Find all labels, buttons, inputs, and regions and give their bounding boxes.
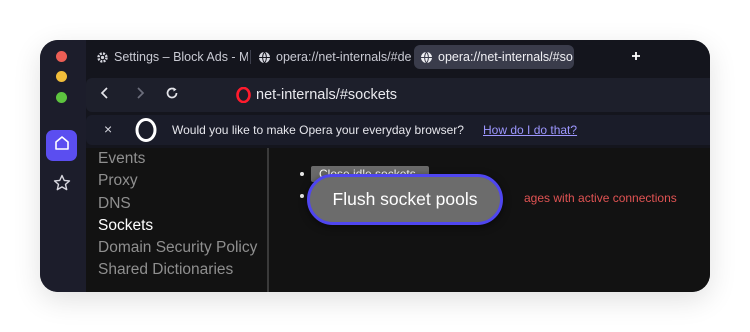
back-button[interactable] [96, 86, 114, 104]
star-icon [52, 173, 72, 198]
browser-window: Settings – Block Ads - M opera://net-int… [40, 40, 710, 292]
list-bullet [300, 194, 304, 198]
chevron-right-icon [135, 86, 145, 104]
reload-button[interactable] [163, 86, 181, 104]
home-icon [53, 134, 71, 157]
maximize-window-button[interactable] [56, 92, 67, 103]
globe-icon [420, 51, 433, 64]
nav-item-dns[interactable]: DNS [98, 193, 257, 215]
minimize-window-button[interactable] [56, 71, 67, 82]
address-bar: net-internals/#sockets [86, 78, 710, 112]
tab-net-internals-dns[interactable]: opera://net-internals/#de [252, 45, 412, 69]
nav-item-proxy[interactable]: Proxy [98, 170, 257, 192]
nav-item-shared-dictionaries[interactable]: Shared Dictionaries [98, 259, 257, 281]
tab-settings[interactable]: Settings – Block Ads - M [90, 45, 248, 69]
close-window-button[interactable] [56, 51, 67, 62]
tab-label: Settings – Block Ads - M [114, 50, 248, 64]
globe-icon [258, 51, 271, 64]
plus-icon [631, 48, 641, 66]
opera-sidebar [40, 40, 86, 292]
opera-logo-icon [135, 118, 157, 147]
home-button[interactable] [46, 130, 77, 161]
new-tab-button[interactable] [626, 47, 646, 67]
speed-dial-button[interactable] [46, 170, 77, 201]
infobar-message: Would you like to make Opera your everyd… [172, 123, 464, 137]
nav-item-events[interactable]: Events [98, 148, 257, 170]
net-internals-nav: Events Proxy DNS Sockets Domain Security… [98, 148, 257, 282]
tab-net-internals-sockets[interactable]: opera://net-internals/#so [414, 45, 574, 69]
nav-item-sockets[interactable]: Sockets [98, 215, 257, 237]
opera-logo-icon [236, 86, 251, 108]
default-browser-infobar: × Would you like to make Opera your ever… [86, 115, 710, 145]
tab-label: opera://net-internals/#de [276, 50, 412, 64]
list-bullet [300, 172, 304, 176]
forward-button[interactable] [131, 86, 149, 104]
tab-label: opera://net-internals/#so [438, 50, 573, 64]
tab-divider [250, 50, 251, 64]
nav-divider [267, 148, 269, 292]
close-infobar-button[interactable]: × [104, 121, 112, 137]
how-to-link[interactable]: How do I do that? [483, 123, 577, 137]
tab-bar: Settings – Block Ads - M opera://net-int… [86, 40, 710, 74]
url-text[interactable]: net-internals/#sockets [256, 87, 397, 103]
nav-item-domain-security-policy[interactable]: Domain Security Policy [98, 237, 257, 259]
gear-icon [96, 51, 109, 64]
reload-icon [165, 86, 179, 105]
flush-warning-text: ages with active connections [524, 191, 677, 205]
flush-socket-pools-button[interactable]: Flush socket pools [307, 174, 503, 225]
page-content: Events Proxy DNS Sockets Domain Security… [86, 148, 710, 292]
chevron-left-icon [100, 86, 110, 104]
